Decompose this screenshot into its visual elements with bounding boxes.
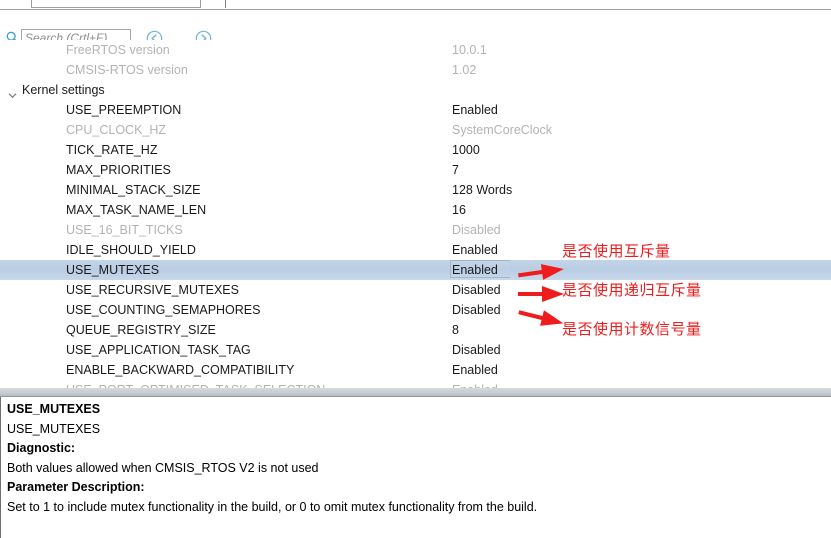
- tree-parameter-row[interactable]: USE_PORT_OPTIMISED_TASK_SELECTION Enabled: [0, 380, 831, 388]
- tree-row-name: IDLE_SHOULD_YIELD: [66, 243, 196, 257]
- detail-parameter-name: USE_MUTEXES: [7, 421, 101, 436]
- clipped-toolbar-above: [0, 0, 831, 10]
- tree-row-name: USE_PORT_OPTIMISED_TASK_SELECTION: [66, 380, 325, 388]
- tree-parameter-row[interactable]: USE_RECURSIVE_MUTEXES Disabled: [0, 280, 831, 300]
- detail-diagnostic-text: Both values allowed when CMSIS_RTOS V2 i…: [7, 460, 319, 475]
- clipped-input-box: [31, 0, 201, 8]
- tree-row-value[interactable]: Enabled: [450, 260, 510, 278]
- tree-row-value[interactable]: 128 Words: [452, 180, 512, 200]
- tree-row-name: ENABLE_BACKWARD_COMPATIBILITY: [66, 363, 295, 377]
- tree-parameter-row[interactable]: FreeRTOS version 10.0.1: [0, 40, 831, 60]
- annotation-text: 是否使用计数信号量: [562, 321, 702, 338]
- tree-row-name: USE_COUNTING_SEMAPHORES: [66, 303, 261, 317]
- tree-group-row[interactable]: Kernel settings: [0, 80, 831, 100]
- tree-parameter-row[interactable]: MAX_TASK_NAME_LEN 16: [0, 200, 831, 220]
- tree-row-value[interactable]: Enabled: [452, 100, 498, 120]
- tree-row-name: USE_APPLICATION_TASK_TAG: [66, 343, 251, 357]
- tree-parameter-row[interactable]: ENABLE_BACKWARD_COMPATIBILITY Enabled: [0, 360, 831, 380]
- tree-row-name: CMSIS-RTOS version: [66, 63, 188, 77]
- chevron-down-icon[interactable]: [8, 86, 17, 99]
- tree-parameter-row[interactable]: IDLE_SHOULD_YIELD Enabled: [0, 240, 831, 260]
- tree-row-name: MINIMAL_STACK_SIZE: [66, 183, 201, 197]
- tree-row-value[interactable]: SystemCoreClock: [452, 120, 552, 140]
- tree-row-value[interactable]: Disabled: [452, 280, 501, 300]
- annotation-text: 是否使用递归互斥量: [562, 282, 702, 299]
- tree-row-value[interactable]: 1000: [452, 140, 480, 160]
- tree-parameter-row[interactable]: MAX_PRIORITIES 7: [0, 160, 831, 180]
- annotation-arrow-icon: [518, 308, 566, 331]
- tree-row-value[interactable]: Enabled: [452, 360, 498, 380]
- annotation-text: 是否使用互斥量: [562, 243, 671, 260]
- parameter-tree[interactable]: FreeRTOS version 10.0.1 CMSIS-RTOS version…: [0, 40, 831, 388]
- tree-row-name: Kernel settings: [22, 83, 105, 97]
- tree-row-value[interactable]: Disabled: [452, 220, 501, 240]
- detail-title: USE_MUTEXES: [7, 402, 101, 416]
- clipped-divider: [225, 0, 226, 8]
- tree-parameter-row[interactable]: TICK_RATE_HZ 1000: [0, 140, 831, 160]
- tree-parameter-row[interactable]: QUEUE_REGISTRY_SIZE 8: [0, 320, 831, 340]
- panel-splitter[interactable]: [0, 388, 831, 397]
- tree-row-value[interactable]: 16: [452, 200, 466, 220]
- tree-row-value[interactable]: Enabled: [452, 240, 498, 260]
- detail-description-text: Set to 1 to include mutex functionality …: [7, 499, 538, 514]
- tree-row-name: CPU_CLOCK_HZ: [66, 123, 167, 137]
- tree-row-value[interactable]: Disabled: [452, 340, 501, 360]
- tree-parameter-row[interactable]: CPU_CLOCK_HZ SystemCoreClock: [0, 120, 831, 140]
- search-toolbar: [0, 10, 831, 47]
- tree-row-name: USE_MUTEXES: [66, 263, 160, 277]
- annotation-arrow-icon: [517, 262, 566, 285]
- tree-row-value[interactable]: Disabled: [452, 300, 501, 320]
- tree-row-name: FreeRTOS version: [66, 43, 170, 57]
- tree-row-value[interactable]: 7: [452, 160, 459, 180]
- tree-row-value[interactable]: 1.02: [452, 60, 476, 80]
- detail-diagnostic-label: Diagnostic:: [7, 441, 76, 455]
- tree-parameter-row[interactable]: MINIMAL_STACK_SIZE 128 Words: [0, 180, 831, 200]
- tree-row-value[interactable]: Enabled: [452, 380, 498, 388]
- tree-parameter-row[interactable]: CMSIS-RTOS version 1.02: [0, 60, 831, 80]
- tree-row-name: TICK_RATE_HZ: [66, 143, 158, 157]
- tree-row-value[interactable]: 8: [452, 320, 459, 340]
- tree-row-name: USE_16_BIT_TICKS: [66, 223, 183, 237]
- tree-row-name: MAX_PRIORITIES: [66, 163, 171, 177]
- tree-parameter-row[interactable]: USE_COUNTING_SEMAPHORES Disabled: [0, 300, 831, 320]
- tree-parameter-row[interactable]: USE_16_BIT_TICKS Disabled: [0, 220, 831, 240]
- tree-row-name: QUEUE_REGISTRY_SIZE: [66, 323, 216, 337]
- tree-row-name: USE_PREEMPTION: [66, 103, 182, 117]
- tree-parameter-row[interactable]: USE_PREEMPTION Enabled: [0, 100, 831, 120]
- tree-row-value[interactable]: 10.0.1: [452, 40, 487, 60]
- parameter-detail-panel: USE_MUTEXES USE_MUTEXES Diagnostic: Both…: [0, 397, 831, 538]
- tree-row-name: USE_RECURSIVE_MUTEXES: [66, 283, 239, 297]
- tree-row-name: MAX_TASK_NAME_LEN: [66, 203, 207, 217]
- detail-description-label: Parameter Description:: [7, 480, 145, 494]
- tree-parameter-row[interactable]: USE_APPLICATION_TASK_TAG Disabled: [0, 340, 831, 360]
- tree-parameter-row[interactable]: USE_MUTEXES Enabled: [0, 260, 831, 280]
